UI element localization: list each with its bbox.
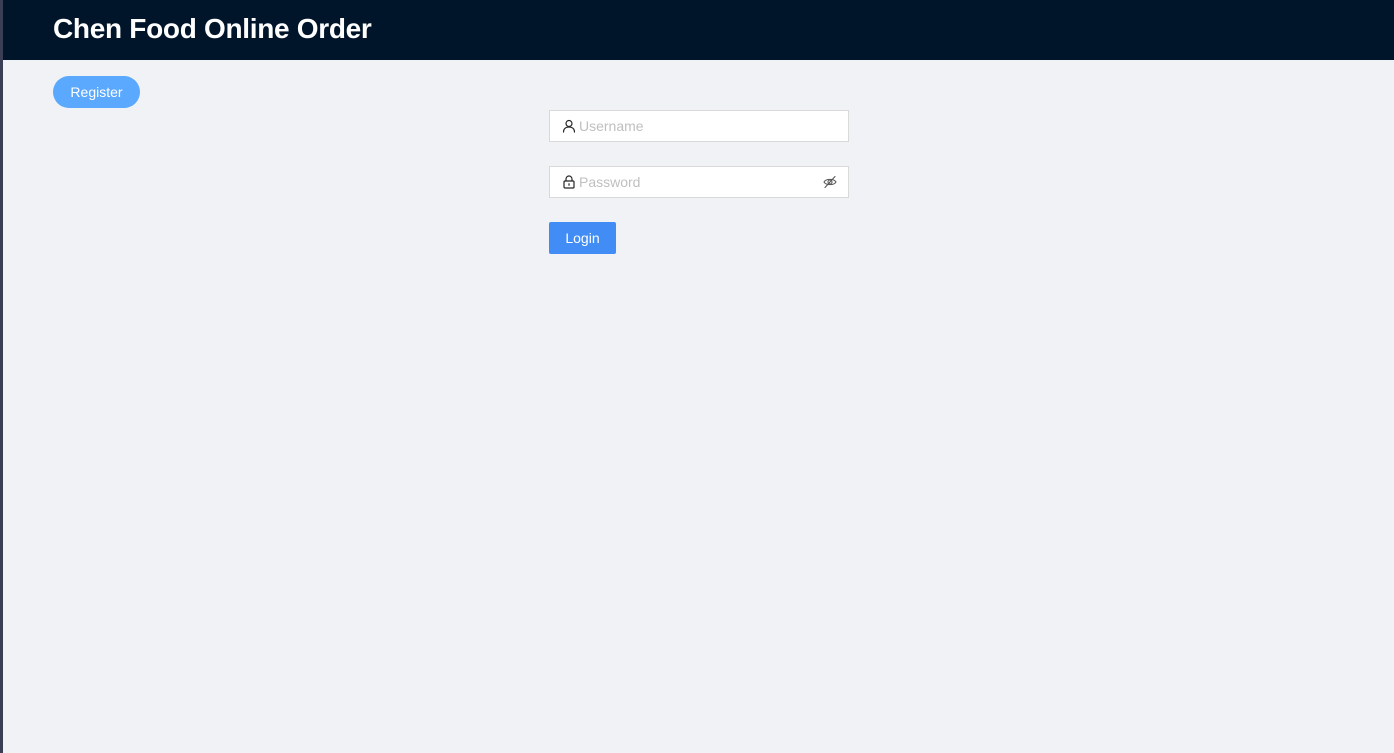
password-field[interactable]	[549, 166, 849, 198]
window-left-edge	[0, 0, 3, 753]
eye-invisible-icon[interactable]	[823, 175, 837, 189]
user-icon	[562, 119, 576, 133]
username-field[interactable]	[549, 110, 849, 142]
login-button[interactable]: Login	[549, 222, 616, 254]
lock-icon	[563, 175, 575, 189]
password-input[interactable]	[579, 167, 819, 197]
app-header: Chen Food Online Order	[3, 0, 1394, 60]
username-input[interactable]	[579, 111, 839, 141]
register-button[interactable]: Register	[53, 76, 140, 108]
app-title: Chen Food Online Order	[53, 13, 372, 44]
